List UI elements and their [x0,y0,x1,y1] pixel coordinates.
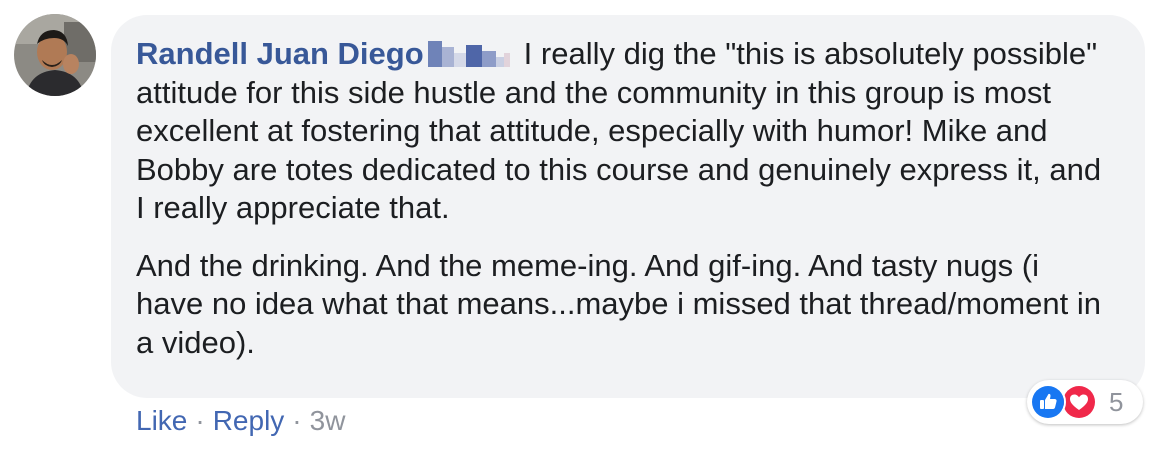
comment-bubble: Randell Juan Diego I really dig the "this… [111,15,1145,398]
comment-age[interactable]: 3w [310,405,346,436]
action-separator: · [292,405,302,436]
reactions-summary[interactable]: 5 [1027,380,1143,424]
avatar[interactable] [14,14,96,96]
love-icon [1061,384,1097,420]
comment-paragraph-2: And the drinking. And the meme-ing. And … [136,247,1101,360]
like-icon [1030,384,1066,420]
action-separator: · [195,405,205,436]
comment: Randell Juan Diego I really dig the "this… [0,0,1171,457]
like-link[interactable]: Like [136,405,187,436]
author-name[interactable]: Randell Juan Diego [136,36,424,71]
reaction-count: 5 [1109,387,1124,417]
reply-link[interactable]: Reply [213,405,285,436]
comment-paragraph-1: Randell Juan Diego I really dig the "this… [136,35,1113,228]
avatar-photo [14,14,96,96]
comment-actions: Like · Reply · 3w [136,402,345,440]
redacted-tag-image [424,41,514,67]
